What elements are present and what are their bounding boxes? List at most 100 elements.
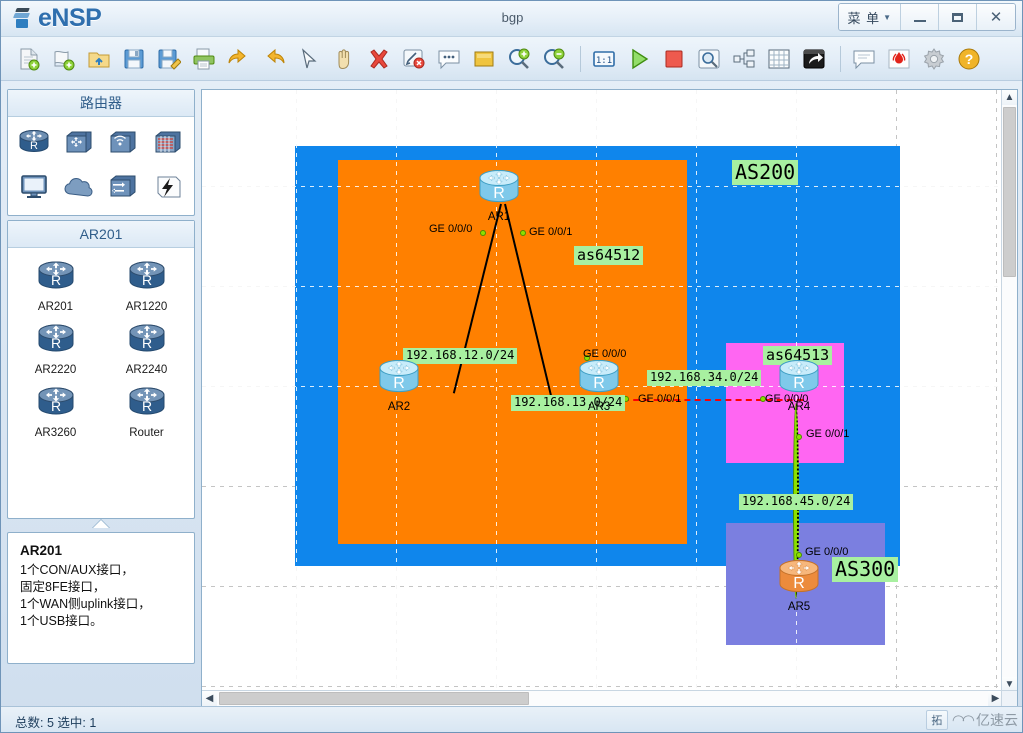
firewall-icon[interactable] (148, 123, 188, 163)
model-item-ar2240[interactable]: R AR2240 (106, 319, 188, 376)
status-tab-button[interactable]: 拓 (925, 710, 948, 730)
svg-text:R: R (593, 375, 605, 392)
svg-text:R: R (141, 335, 151, 351)
zoom-in-icon[interactable] (503, 43, 535, 75)
text-note-icon[interactable] (433, 43, 465, 75)
subnet-label-net45[interactable]: 192.168.45.0/24 (739, 494, 854, 510)
delete-icon[interactable] (363, 43, 395, 75)
router-icon: R (15, 319, 97, 363)
node-ar2[interactable]: R AR2 (373, 358, 425, 413)
svg-text:R: R (30, 140, 38, 152)
grid-icon[interactable] (763, 43, 795, 75)
console-window-icon[interactable] (798, 43, 830, 75)
start-device-icon[interactable] (623, 43, 655, 75)
save-as-icon[interactable] (153, 43, 185, 75)
watermark-text: 亿速云 (976, 712, 1018, 728)
model-item-ar1220[interactable]: R AR1220 (106, 256, 188, 313)
scroll-up-button[interactable]: ▲ (1002, 90, 1017, 105)
node-label: AR2 (387, 401, 411, 413)
as-label-as300[interactable]: AS300 (832, 557, 899, 582)
subnet-label-net34[interactable]: 192.168.34.0/24 (647, 370, 762, 386)
close-button[interactable]: ✕ (977, 4, 1015, 30)
select-pointer-icon[interactable] (293, 43, 325, 75)
node-ar1[interactable]: R AR1 (473, 168, 525, 223)
menu-button[interactable]: 菜 单 ▼ (839, 4, 901, 30)
model-item-ar201[interactable]: R AR201 (15, 256, 97, 313)
description-line: 1个USB接口。 (20, 614, 103, 628)
left-sidebar: 路由器 R AR201 R AR201 R AR1220 R AR2220 R … (7, 89, 195, 707)
minimize-button[interactable] (901, 4, 939, 30)
help-icon[interactable]: ? (953, 43, 985, 75)
node-label: AR3 (587, 401, 611, 413)
switch-router-icon[interactable] (59, 123, 99, 163)
new-topology-icon[interactable] (13, 43, 45, 75)
status-tab-label: 拓 (931, 715, 943, 727)
node-ar5[interactable]: R AR5 (773, 558, 825, 613)
menu-button-label: 菜 单 (847, 10, 881, 26)
settings-gear-icon[interactable] (918, 43, 950, 75)
zoom-out-icon[interactable] (538, 43, 570, 75)
capture-packet-icon[interactable] (693, 43, 725, 75)
model-label: AR1220 (125, 301, 168, 313)
main-toolbar: 1:1 ? (1, 37, 1022, 81)
huawei-icon[interactable] (883, 43, 915, 75)
as-label-as200[interactable]: AS200 (732, 160, 799, 185)
description-line: 1个CON/AUX接口， (20, 563, 134, 577)
canvas-vertical-scrollbar[interactable]: ▲ ▼ (1001, 90, 1017, 692)
svg-text:R: R (50, 272, 60, 288)
close-icon: ✕ (989, 8, 1003, 26)
horizontal-scroll-thumb[interactable] (219, 692, 529, 705)
save-icon[interactable] (118, 43, 150, 75)
router-icon: R (106, 256, 188, 300)
router-icon[interactable]: R (14, 123, 54, 163)
svg-text:R: R (393, 375, 405, 392)
open-folder-icon[interactable] (83, 43, 115, 75)
print-icon[interactable] (188, 43, 220, 75)
wireless-ap-icon[interactable] (103, 123, 143, 163)
node-ar3[interactable]: R AR3 (573, 358, 625, 413)
shape-rect-icon[interactable] (468, 43, 500, 75)
svg-text:R: R (50, 398, 60, 414)
vertical-scroll-thumb[interactable] (1003, 107, 1016, 277)
cloud-icon[interactable] (59, 167, 99, 207)
title-bar: eNSP bgp 菜 单 ▼ ✕ (1, 1, 1022, 37)
model-item-ar2220[interactable]: R AR2220 (15, 319, 97, 376)
interface-label-ar1-g001: GE 0/0/1 (529, 226, 573, 238)
model-label: AR2240 (125, 364, 168, 376)
topology-canvas[interactable]: GE 0/0/0 GE 0/0/1 GE 0/0/0 GE 0/0/0 GE 0… (202, 90, 1002, 690)
pc-icon[interactable] (14, 167, 54, 207)
redo-icon[interactable] (258, 43, 290, 75)
svg-text:R: R (141, 272, 151, 288)
zoom-reset-icon[interactable]: 1:1 (588, 43, 620, 75)
new-device-icon[interactable] (48, 43, 80, 75)
model-label: Router (129, 427, 164, 439)
link-icon[interactable] (148, 167, 188, 207)
description-title: AR201 (20, 543, 63, 558)
node-ar4[interactable]: R AR4 (773, 358, 825, 413)
status-count-text: 总数: 5 选中: 1 (15, 716, 97, 730)
interface-label-ar3-g001: GE 0/0/1 (638, 393, 682, 405)
router-icon: R (373, 358, 425, 400)
model-item-ar3260[interactable]: R AR3260 (15, 382, 97, 439)
remove-link-icon[interactable] (398, 43, 430, 75)
as-label-as64512[interactable]: as64512 (574, 246, 644, 266)
canvas-horizontal-scrollbar[interactable]: ◀ ▶ (202, 690, 1003, 706)
endpoint-dot-ar1-g000 (480, 230, 486, 236)
switch-icon[interactable] (103, 167, 143, 207)
maximize-button[interactable] (939, 4, 977, 30)
model-item-router[interactable]: R Router (106, 382, 188, 439)
router-icon: R (106, 382, 188, 426)
node-label: AR4 (787, 401, 811, 413)
comment-icon[interactable] (848, 43, 880, 75)
router-icon: R (106, 319, 188, 363)
device-description-panel: AR201 1个CON/AUX接口， 固定8FE接口， 1个WAN侧uplink… (7, 532, 195, 664)
svg-text:R: R (493, 185, 505, 202)
panel-splitter[interactable] (7, 519, 195, 532)
device-type-grid: R (8, 117, 194, 215)
hand-pan-icon[interactable] (328, 43, 360, 75)
stop-device-icon[interactable] (658, 43, 690, 75)
device-panel-title: 路由器 (8, 90, 194, 117)
topology-tree-icon[interactable] (728, 43, 760, 75)
undo-icon[interactable] (223, 43, 255, 75)
scroll-left-button[interactable]: ◀ (202, 691, 217, 706)
